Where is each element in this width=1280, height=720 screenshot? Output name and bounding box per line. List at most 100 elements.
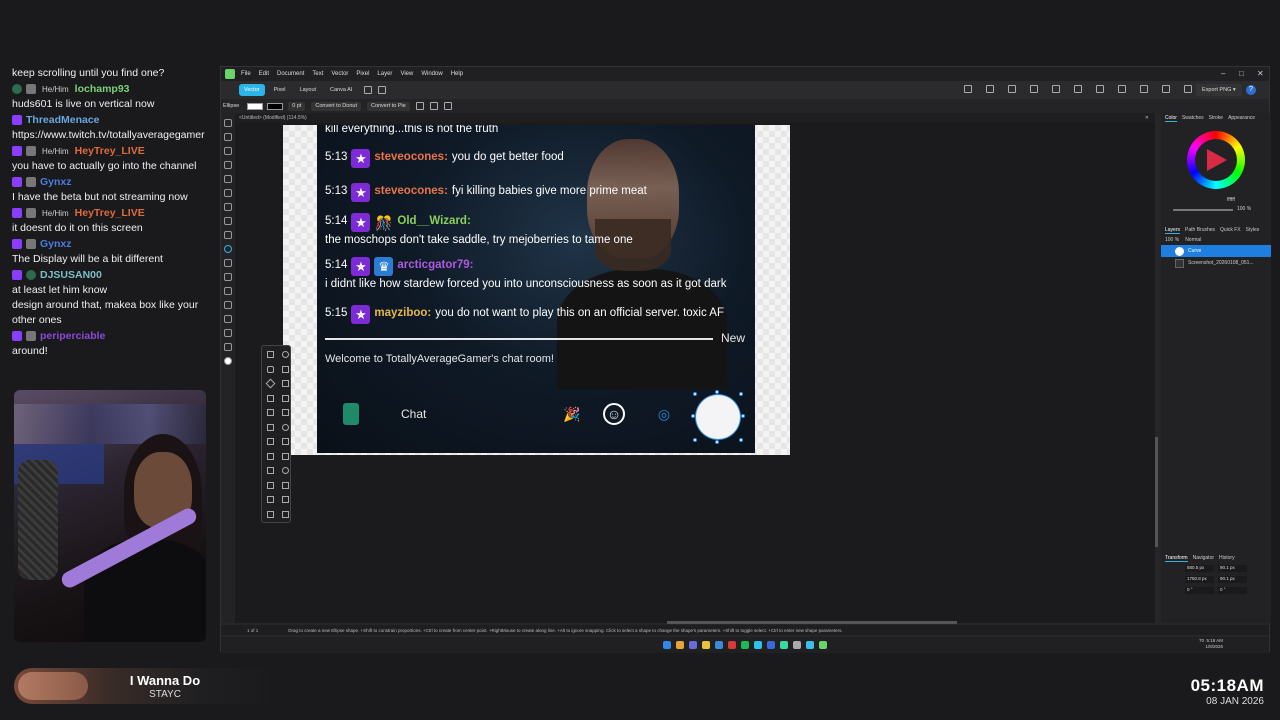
cloud-shape-icon[interactable]	[282, 467, 289, 474]
pie-shape-icon[interactable]	[267, 438, 274, 445]
maximize-button[interactable]: □	[1239, 69, 1244, 78]
trapezoid-shape-icon[interactable]	[282, 380, 289, 387]
affinity-taskbar-icon[interactable]	[819, 641, 827, 649]
close-button[interactable]: ✕	[1257, 69, 1264, 78]
ellipse-handle-bottom[interactable]	[715, 440, 719, 444]
layer-row[interactable]: Curve	[1161, 245, 1271, 257]
chrome-icon[interactable]	[676, 641, 684, 649]
document-tab[interactable]: <Untitled> (Modified) (114.5%) ✕	[235, 113, 1155, 123]
convert-to-pie-button[interactable]: Convert to Pie	[366, 101, 410, 111]
place-image-tool-icon[interactable]	[224, 287, 232, 295]
app-icon-10[interactable]	[793, 641, 801, 649]
windows-start-icon[interactable]	[663, 641, 671, 649]
cat-shape-icon[interactable]	[282, 496, 289, 503]
transform-rotation-field[interactable]: 0 °	[1185, 587, 1214, 594]
stroke-width-field[interactable]: 0 pt	[288, 101, 306, 111]
triangle-shape-icon[interactable]	[282, 365, 289, 373]
ellipse-handle-left[interactable]	[691, 414, 695, 418]
persona-canva-ai[interactable]: Canva AI	[325, 84, 357, 96]
crescent-shape-icon[interactable]	[267, 452, 274, 460]
ellipse-tool-icon[interactable]	[224, 245, 232, 253]
panel-tab-history[interactable]: History	[1219, 555, 1235, 561]
pen-tool-icon[interactable]	[1162, 85, 1170, 93]
settings-gear-icon[interactable]	[443, 102, 452, 110]
menu-item-pixel[interactable]: Pixel	[356, 71, 369, 77]
panel-tab-styles[interactable]: Styles	[1246, 227, 1260, 233]
vertical-scrollbar[interactable]	[1155, 437, 1158, 547]
polygon-shape-icon[interactable]	[267, 394, 274, 402]
color-swatch-icon[interactable]	[224, 357, 232, 365]
transform-icon[interactable]	[378, 86, 387, 94]
app-icon-9[interactable]	[780, 641, 788, 649]
layer-opacity[interactable]: 100 %	[1165, 237, 1179, 243]
eyedropper-tool-icon[interactable]	[224, 315, 232, 323]
align-icon[interactable]	[964, 85, 972, 93]
square-shape-icon[interactable]	[282, 510, 289, 518]
convert-to-donut-button[interactable]: Convert to Donut	[311, 101, 361, 111]
panel-tab-navigator[interactable]: Navigator	[1193, 555, 1214, 561]
opacity-value[interactable]: 100 %	[1237, 206, 1251, 212]
menu-item-help[interactable]: Help	[451, 71, 463, 77]
menu-item-layer[interactable]: Layer	[377, 71, 392, 77]
crop-tool-icon[interactable]	[224, 273, 232, 281]
panel-tab-swatches[interactable]: Swatches	[1182, 115, 1204, 121]
snapping-icon[interactable]	[364, 86, 373, 94]
menu-item-document[interactable]: Document	[277, 71, 304, 77]
canvas-area[interactable]: kill everything...this is not the truth 5…	[235, 123, 1155, 623]
arrow-shape-icon[interactable]	[267, 423, 274, 431]
ellipse-handle-tr[interactable]	[739, 392, 743, 396]
boolean-intersect-icon[interactable]	[1052, 85, 1060, 93]
layers-toggle-icon[interactable]	[1184, 85, 1192, 93]
color-wheel[interactable]	[1187, 131, 1245, 189]
panel-tab-appearance[interactable]: Appearance	[1228, 115, 1255, 121]
menu-item-window[interactable]: Window	[421, 71, 442, 77]
placed-screenshot[interactable]: kill everything...this is not the truth 5…	[317, 125, 755, 453]
ellipse-shape-icon[interactable]	[282, 351, 289, 358]
menu-item-view[interactable]: View	[400, 71, 413, 77]
menu-item-file[interactable]: File	[241, 71, 251, 77]
frame-shape-icon[interactable]	[267, 510, 274, 518]
persona-vector[interactable]: Vector	[239, 84, 265, 96]
layer-row[interactable]: Screenshot_20260108_051...	[1161, 257, 1271, 269]
panel-tab-quick-fx[interactable]: Quick FX	[1220, 227, 1241, 233]
panel-tab-transform[interactable]: Transform	[1165, 555, 1188, 562]
boolean-subtract-icon[interactable]	[1030, 85, 1038, 93]
transform-w-field[interactable]: 90.1 px	[1218, 565, 1247, 572]
horizontal-scrollbar[interactable]	[667, 621, 957, 624]
brush-tool-icon[interactable]	[224, 189, 232, 197]
rounded-rect-shape-icon[interactable]	[267, 365, 274, 373]
app-icon-7[interactable]	[754, 641, 762, 649]
app-icon-2[interactable]	[689, 641, 697, 649]
order-icon[interactable]	[1118, 85, 1126, 93]
text-tool-icon[interactable]	[224, 259, 232, 267]
ellipse-handle-tl[interactable]	[693, 392, 697, 396]
help-icon[interactable]: ?	[1246, 85, 1256, 95]
color-triangle[interactable]	[1207, 149, 1227, 171]
panel-tab-layers[interactable]: Layers	[1165, 227, 1181, 234]
app-icon-5[interactable]	[728, 641, 736, 649]
flip-icon[interactable]	[1074, 85, 1082, 93]
panel-tab-stroke[interactable]: Stroke	[1209, 115, 1223, 121]
persona-layout[interactable]: Layout	[295, 84, 322, 96]
panel-tab-color[interactable]: Color	[1165, 115, 1177, 122]
hand-tool-icon[interactable]	[224, 329, 232, 337]
app-icon-8[interactable]	[767, 641, 775, 649]
group-icon[interactable]	[1140, 85, 1148, 93]
star-shape-icon[interactable]	[282, 394, 289, 402]
double-star-shape-icon[interactable]	[282, 409, 289, 416]
tear-shape-icon[interactable]	[267, 467, 274, 474]
zoom-tool-icon[interactable]	[224, 343, 232, 351]
spotify-icon[interactable]	[741, 641, 749, 649]
drawn-ellipse-shape[interactable]	[691, 390, 745, 444]
callout-shape-icon[interactable]	[282, 481, 289, 489]
align-options-icon[interactable]	[415, 102, 424, 110]
stroke-swatch[interactable]	[267, 102, 284, 110]
app-icon-11[interactable]	[806, 641, 814, 649]
node-tool-icon[interactable]	[224, 133, 232, 141]
speech-bubble-shape-icon[interactable]	[267, 481, 274, 489]
boolean-add-icon[interactable]	[1008, 85, 1016, 93]
menu-item-text[interactable]: Text	[312, 71, 323, 77]
ellipse-handle-br[interactable]	[739, 438, 743, 442]
ellipse-handle-top[interactable]	[715, 390, 719, 394]
hex-field[interactable]: ffffff	[1227, 197, 1235, 203]
